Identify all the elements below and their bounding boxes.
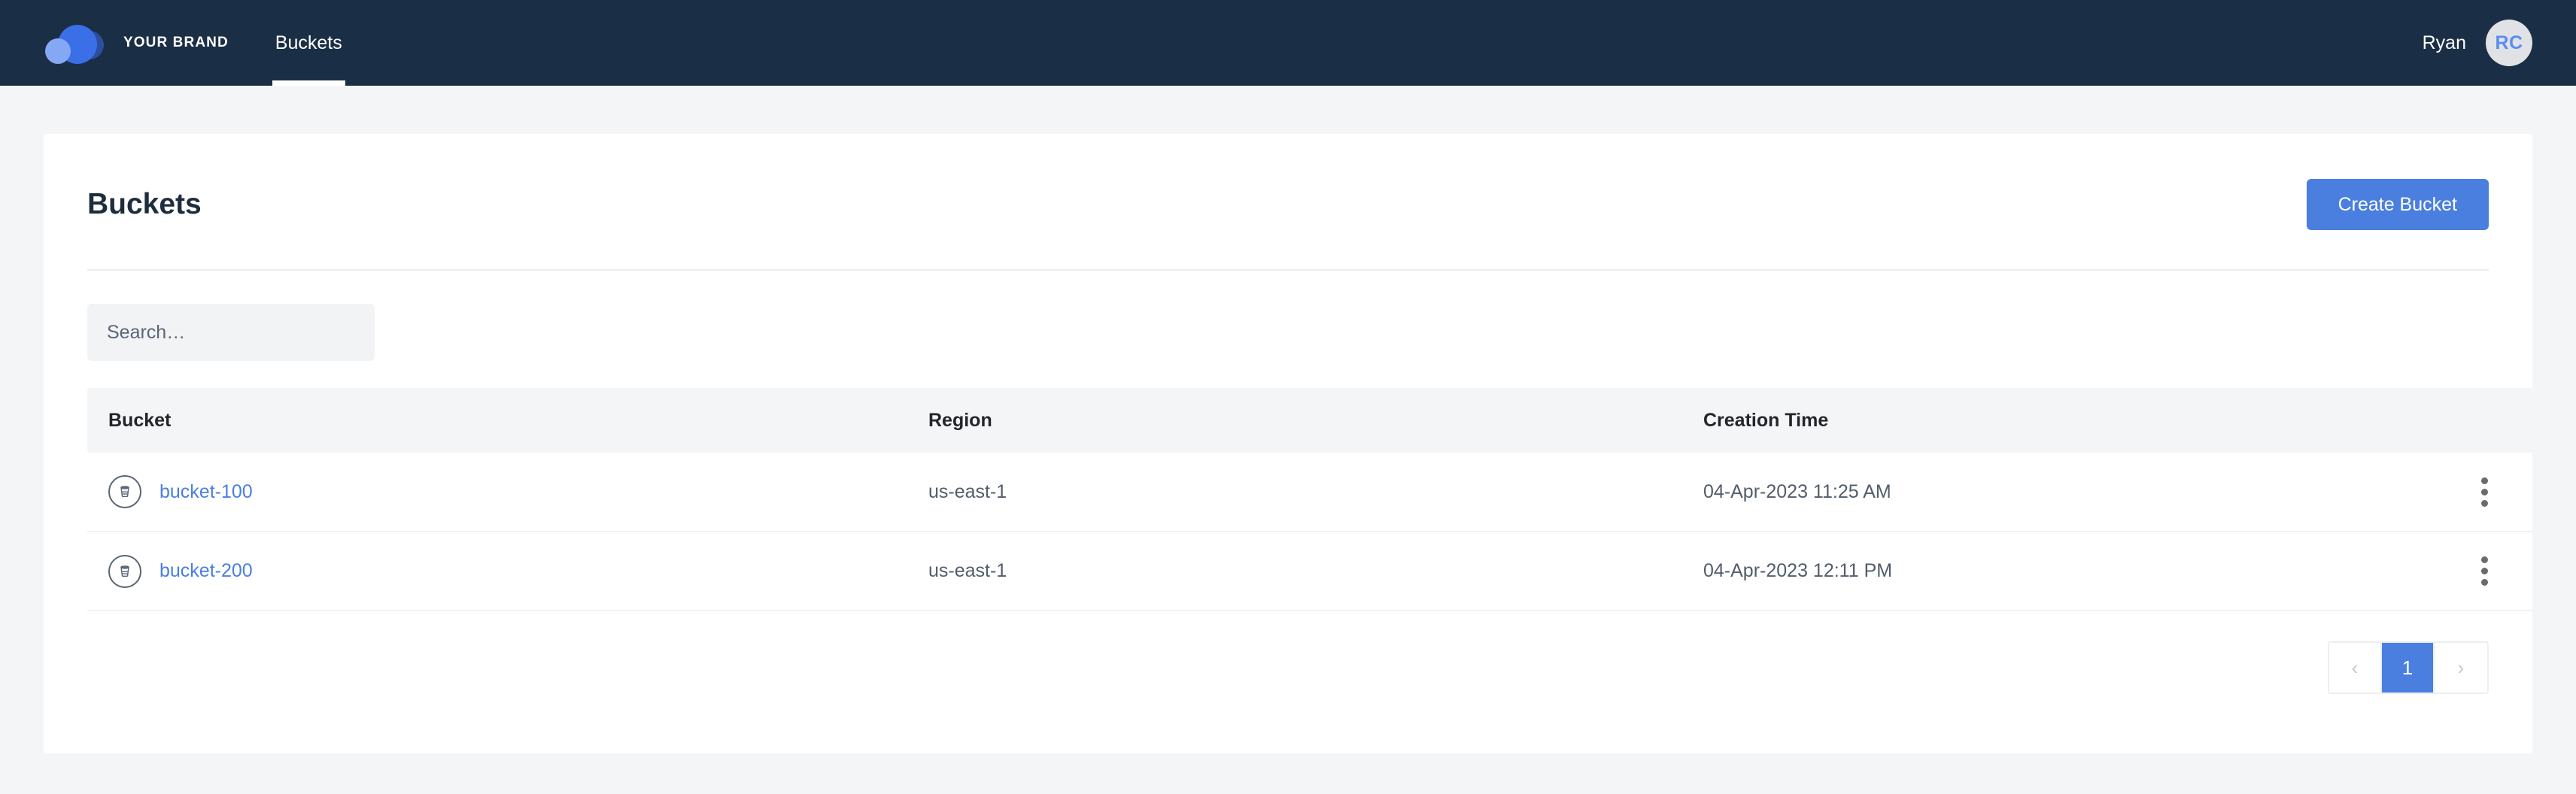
- kebab-menu-icon[interactable]: [2456, 556, 2513, 586]
- search-row: [87, 271, 2489, 388]
- page-title: Buckets: [87, 188, 202, 220]
- nav-tabs: Buckets: [256, 0, 362, 86]
- cell-actions: [2435, 532, 2534, 611]
- table-body: bucket-100 us-east-1 04-Apr-2023 11:25 A…: [87, 453, 2534, 611]
- page-body: Buckets Create Bucket Bucket Region Crea…: [0, 86, 2576, 794]
- brand[interactable]: YOUR BRAND: [45, 0, 229, 86]
- kebab-menu-icon[interactable]: [2456, 477, 2513, 507]
- top-navbar: YOUR BRAND Buckets Ryan RC: [0, 0, 2576, 86]
- create-bucket-button[interactable]: Create Bucket: [2306, 179, 2489, 230]
- cell-creation-time: 04-Apr-2023 12:11 PM: [1682, 532, 2435, 611]
- brand-name: YOUR BRAND: [123, 35, 229, 50]
- tab-buckets-label: Buckets: [275, 32, 342, 53]
- bucket-link[interactable]: bucket-200: [159, 560, 253, 582]
- column-header-bucket: Bucket: [108, 409, 172, 431]
- cell-region: us-east-1: [907, 532, 1682, 611]
- tab-buckets[interactable]: Buckets: [256, 0, 362, 86]
- pagination-row: ‹ 1 ›: [87, 611, 2489, 694]
- table-header: Bucket Region Creation Time: [87, 388, 2534, 453]
- cell-actions: [2435, 453, 2534, 532]
- user-name: Ryan: [2422, 32, 2466, 53]
- buckets-table: Bucket Region Creation Time bucket-100 u…: [87, 388, 2534, 611]
- pagination-next-button[interactable]: ›: [2435, 643, 2487, 692]
- cell-region: us-east-1: [907, 453, 1682, 532]
- column-header-region: Region: [928, 409, 992, 431]
- cell-creation-time: 04-Apr-2023 11:25 AM: [1682, 453, 2435, 532]
- cell-bucket: bucket-200: [87, 532, 907, 611]
- pagination-page-1[interactable]: 1: [2382, 643, 2435, 692]
- table-row[interactable]: bucket-200 us-east-1 04-Apr-2023 12:11 P…: [87, 532, 2534, 611]
- table-header-row: Bucket Region Creation Time: [87, 388, 2534, 453]
- avatar[interactable]: RC: [2486, 20, 2532, 66]
- pagination-prev-button[interactable]: ‹: [2329, 643, 2382, 692]
- card-header: Buckets Create Bucket: [87, 134, 2489, 269]
- bucket-link[interactable]: bucket-100: [159, 481, 253, 503]
- cell-bucket: bucket-100: [87, 453, 907, 532]
- cloud-circles-logo-icon: [45, 22, 104, 64]
- table-row[interactable]: bucket-100 us-east-1 04-Apr-2023 11:25 A…: [87, 453, 2534, 532]
- bucket-icon: [108, 554, 141, 588]
- pagination: ‹ 1 ›: [2328, 641, 2489, 694]
- column-header-actions: [2435, 388, 2534, 453]
- buckets-card: Buckets Create Bucket Bucket Region Crea…: [44, 134, 2534, 753]
- navbar-user-area: Ryan RC: [2423, 20, 2532, 66]
- search-input[interactable]: [87, 304, 375, 361]
- column-header-creation-time: Creation Time: [1703, 409, 1829, 431]
- bucket-icon: [108, 475, 141, 508]
